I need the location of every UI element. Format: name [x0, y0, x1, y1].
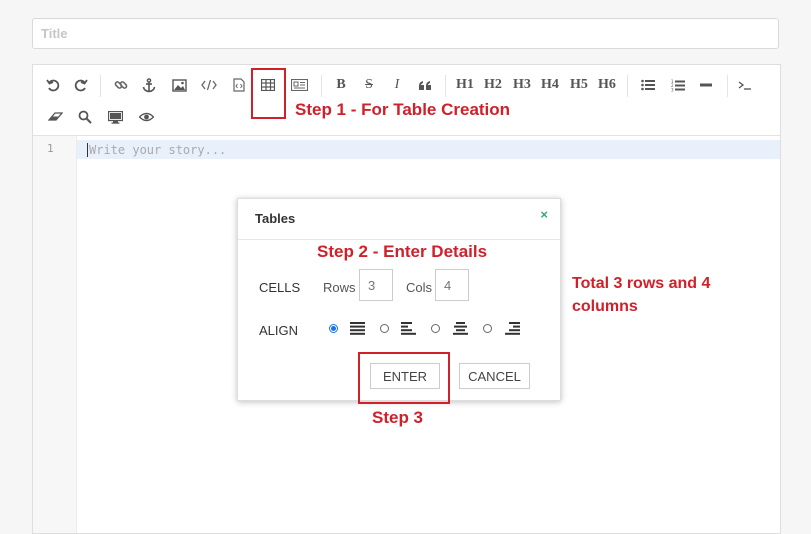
align-justify-radio[interactable] [329, 324, 338, 333]
align-right-radio[interactable] [483, 324, 492, 333]
step3-highlight-box [358, 352, 450, 404]
step1-annotation: Step 1 - For Table Creation [295, 100, 511, 119]
code-icon[interactable] [197, 73, 221, 97]
strikethrough-icon[interactable]: S [357, 73, 381, 97]
total-annotation-line2: columns [572, 298, 638, 315]
align-right-icon [505, 322, 520, 335]
horizontal-rule-icon[interactable] [694, 73, 718, 97]
italic-icon[interactable]: I [385, 73, 409, 97]
rows-input[interactable] [359, 269, 393, 301]
dialog-divider [238, 239, 560, 240]
rows-label: Rows [323, 280, 356, 295]
datetime-icon[interactable] [287, 73, 311, 97]
preview-desktop-icon[interactable] [103, 105, 127, 129]
align-justify-icon [350, 322, 365, 335]
cells-label: CELLS [259, 280, 301, 295]
line-number-gutter [33, 136, 77, 533]
total-annotation-line1: Total 3 rows and 4 [572, 275, 711, 292]
link-icon[interactable] [109, 73, 133, 97]
align-center-icon [453, 322, 468, 335]
step1-highlight-box [251, 68, 286, 119]
ordered-list-icon[interactable]: 123 [666, 73, 690, 97]
h5-button[interactable]: H5 [567, 73, 591, 97]
image-icon[interactable] [167, 73, 191, 97]
close-icon[interactable]: × [540, 207, 548, 222]
text-cursor [87, 143, 88, 157]
line-number: 1 [47, 142, 54, 155]
cols-label: Cols [406, 280, 433, 295]
cols-input[interactable] [435, 269, 469, 301]
redo-icon[interactable] [69, 73, 93, 97]
title-input[interactable] [32, 18, 779, 49]
undo-icon[interactable] [41, 73, 65, 97]
editor-placeholder[interactable]: Write your story... [89, 143, 226, 157]
quote-icon[interactable] [413, 73, 437, 97]
h2-button[interactable]: H2 [481, 73, 505, 97]
unordered-list-icon[interactable] [636, 73, 660, 97]
dialog-title: Tables [255, 211, 296, 226]
svg-text:3: 3 [671, 87, 674, 92]
align-center-radio[interactable] [431, 324, 440, 333]
align-left-icon [401, 322, 416, 335]
watch-eye-icon[interactable] [134, 105, 158, 129]
step3-annotation: Step 3 [372, 408, 424, 427]
h1-button[interactable]: H1 [453, 73, 477, 97]
eraser-icon[interactable] [43, 105, 67, 129]
step2-annotation: Step 2 - Enter Details [317, 242, 488, 261]
align-label: ALIGN [259, 323, 299, 338]
h3-button[interactable]: H3 [510, 73, 534, 97]
align-left-radio[interactable] [380, 324, 389, 333]
h4-button[interactable]: H4 [538, 73, 562, 97]
cancel-button[interactable]: CANCEL [459, 363, 530, 389]
h6-button[interactable]: H6 [595, 73, 619, 97]
anchor-icon[interactable] [137, 73, 161, 97]
terminal-icon[interactable] [733, 73, 757, 97]
code-block-icon[interactable] [227, 73, 251, 97]
search-icon[interactable] [73, 105, 97, 129]
bold-icon[interactable]: B [329, 73, 353, 97]
